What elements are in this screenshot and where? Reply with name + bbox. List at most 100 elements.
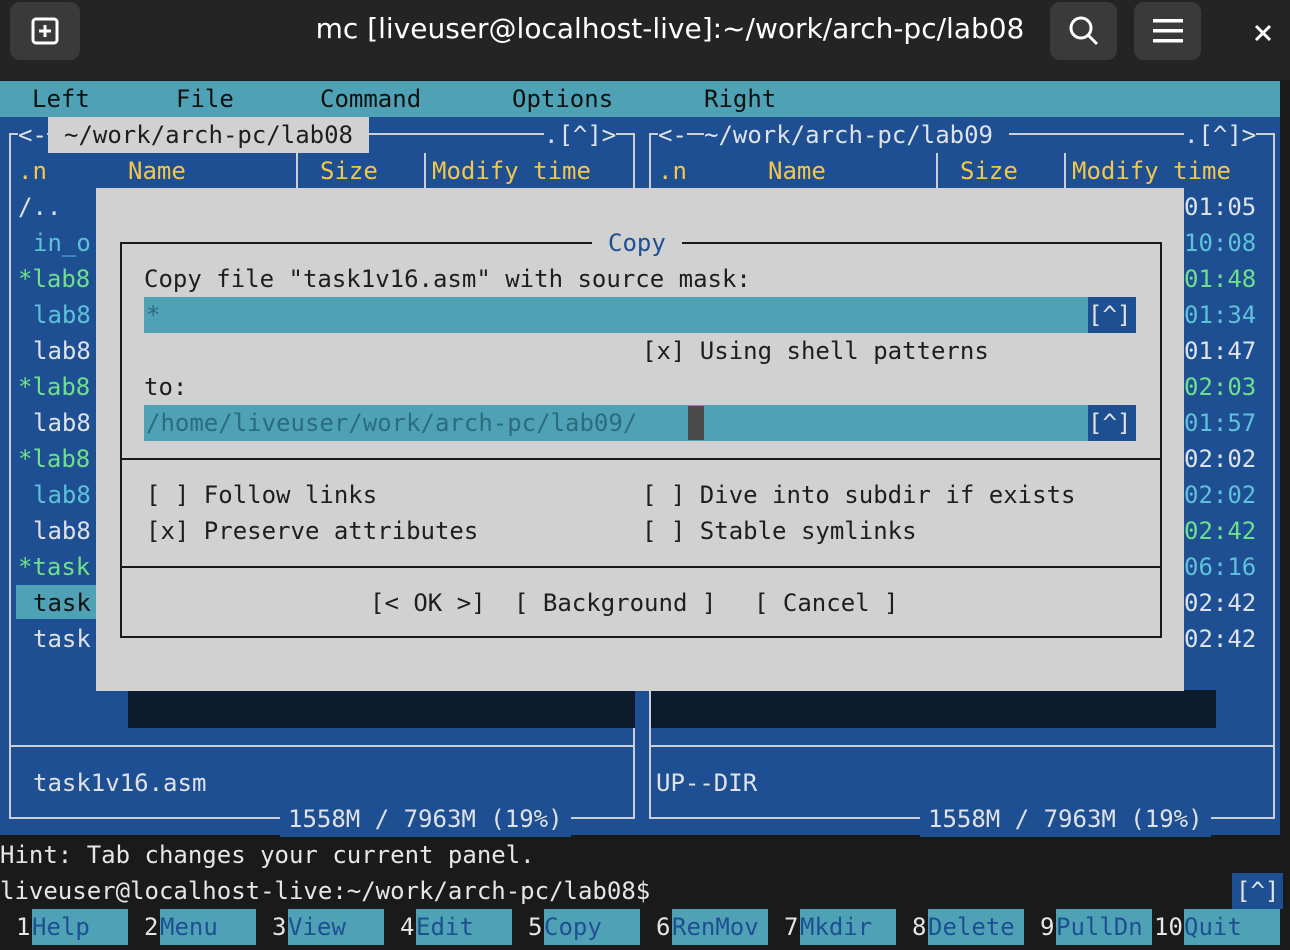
close-window-button[interactable] xyxy=(1240,10,1286,56)
left-panel-divider xyxy=(9,745,635,747)
dialog-prompt: Copy file "task1v16.asm" with source mas… xyxy=(144,265,751,293)
right-row-time: 01:48 xyxy=(1184,265,1257,293)
left-panel-status: task1v16.asm xyxy=(33,769,207,797)
destination-history-button[interactable]: [^] xyxy=(1088,405,1136,441)
fkey-3-number: 3 xyxy=(272,913,287,941)
search-icon xyxy=(1069,16,1098,46)
shell-patterns-checkbox[interactable]: [x] Using shell patterns xyxy=(642,333,989,369)
fkey-edit[interactable]: Edit xyxy=(416,909,474,945)
left-row[interactable]: in_o xyxy=(33,225,91,261)
left-panel-path[interactable]: ~/work/arch-pc/lab08 xyxy=(48,117,369,153)
right-col-size[interactable]: Size xyxy=(960,153,1018,189)
right-col-mtime[interactable]: Modify time xyxy=(1072,153,1231,189)
right-row-time: 02:42 xyxy=(1184,517,1257,545)
text-cursor xyxy=(688,406,704,440)
window-titlebar: mc [liveuser@localhost-live]:~/work/arch… xyxy=(0,0,1290,80)
fkey-renmov[interactable]: RenMov xyxy=(672,909,759,945)
left-row[interactable]: task xyxy=(33,621,91,657)
left-row[interactable]: *lab8 xyxy=(18,369,90,405)
left-panel-corner[interactable]: .[^]> xyxy=(544,117,617,153)
dialog-separator xyxy=(120,458,1162,460)
right-row-time: 01:05 xyxy=(1184,193,1257,221)
right-panel-corner[interactable]: .[^]> xyxy=(1184,117,1257,153)
right-panel-path[interactable]: ~/work/arch-pc/lab09 xyxy=(704,117,1009,153)
shell-prompt[interactable]: liveuser@localhost-live:~/work/arch-pc/l… xyxy=(0,873,650,909)
menu-left[interactable]: Left xyxy=(32,81,90,117)
fkey-mkdir[interactable]: Mkdir xyxy=(800,909,872,945)
right-row-time: 01:34 xyxy=(1184,301,1257,329)
fkey-10-number: 10 xyxy=(1154,913,1183,941)
right-row-time: 06:16 xyxy=(1184,553,1257,581)
left-row[interactable]: /.. xyxy=(18,189,61,225)
right-row-time: 02:02 xyxy=(1184,481,1257,509)
left-row-selected[interactable]: task xyxy=(33,585,91,621)
menu-options[interactable]: Options xyxy=(512,81,613,117)
fkey-menu[interactable]: Menu xyxy=(160,909,218,945)
new-tab-button[interactable] xyxy=(10,2,80,60)
source-mask-value[interactable]: * xyxy=(146,297,160,333)
fkey-5-number: 5 xyxy=(528,913,543,941)
left-row[interactable]: lab8 xyxy=(33,333,91,369)
fkey-9-number: 9 xyxy=(1040,913,1055,941)
left-row[interactable]: lab8 xyxy=(33,477,91,513)
right-panel-status: UP--DIR xyxy=(656,769,758,797)
fkey-pulldn[interactable]: PullDn xyxy=(1056,909,1143,945)
left-col-mtime[interactable]: Modify time xyxy=(432,153,591,189)
fkey-help[interactable]: Help xyxy=(32,909,90,945)
dive-into-subdir-checkbox[interactable]: [ ] Dive into subdir if exists xyxy=(642,477,1075,513)
fkey-quit[interactable]: Quit xyxy=(1184,909,1242,945)
hamburger-menu-button[interactable] xyxy=(1134,2,1201,60)
fkey-copy[interactable]: Copy xyxy=(544,909,602,945)
hamburger-icon xyxy=(1152,19,1183,43)
right-row-time: 01:57 xyxy=(1184,409,1257,437)
left-row[interactable]: *lab8 xyxy=(18,261,90,297)
ok-button[interactable]: [< OK >] xyxy=(370,585,486,621)
source-mask-input[interactable] xyxy=(144,297,1136,333)
fkey-view[interactable]: View xyxy=(288,909,346,945)
close-icon xyxy=(1254,24,1272,42)
dialog-separator xyxy=(120,566,1162,568)
left-row[interactable]: lab8 xyxy=(33,297,91,333)
menu-right[interactable]: Right xyxy=(704,81,776,117)
fkey-1-number: 1 xyxy=(16,913,31,941)
right-panel-divider xyxy=(649,745,1275,747)
left-row[interactable]: lab8 xyxy=(33,405,91,441)
right-panel-corner-left[interactable]: <- xyxy=(658,117,687,153)
to-label: to: xyxy=(144,373,188,401)
right-row-time: 02:03 xyxy=(1184,373,1257,401)
search-button[interactable] xyxy=(1050,2,1117,60)
prompt-history-button[interactable]: [^] xyxy=(1232,873,1284,909)
destination-value[interactable]: /home/liveuser/work/arch-pc/lab09/ xyxy=(146,405,637,441)
hint-line: Hint: Tab changes your current panel. xyxy=(0,841,535,869)
source-mask-history-button[interactable]: [^] xyxy=(1088,297,1136,333)
new-tab-icon xyxy=(31,17,59,45)
left-panel-empty-area xyxy=(128,690,635,728)
left-row[interactable]: lab8 xyxy=(33,513,91,549)
menu-command[interactable]: Command xyxy=(320,81,421,117)
right-panel-empty-area xyxy=(651,690,1216,728)
right-row-time: 02:02 xyxy=(1184,445,1257,473)
fkey-delete[interactable]: Delete xyxy=(928,909,1015,945)
menu-file[interactable]: File xyxy=(176,81,234,117)
fkey-6-number: 6 xyxy=(656,913,671,941)
right-row-time: 02:42 xyxy=(1184,589,1257,617)
left-col-sort[interactable]: .n xyxy=(18,153,47,189)
cancel-button[interactable]: [ Cancel ] xyxy=(754,585,899,621)
stable-symlinks-checkbox[interactable]: [ ] Stable symlinks xyxy=(642,513,917,549)
right-row-time: 10:08 xyxy=(1184,229,1257,257)
preserve-attributes-checkbox[interactable]: [x] Preserve attributes xyxy=(146,513,478,549)
right-panel-disk: 1558M / 7963M (19%) xyxy=(920,801,1211,837)
right-col-name[interactable]: Name xyxy=(768,153,826,189)
right-row-time: 01:47 xyxy=(1184,337,1257,365)
background-button[interactable]: [ Background ] xyxy=(514,585,716,621)
follow-links-checkbox[interactable]: [ ] Follow links xyxy=(146,477,377,513)
left-panel-corner-left[interactable]: <- xyxy=(18,117,47,153)
right-col-sort[interactable]: .n xyxy=(658,153,687,189)
left-row[interactable]: *task xyxy=(18,549,90,585)
fkey-8-number: 8 xyxy=(912,913,927,941)
left-row[interactable]: *lab8 xyxy=(18,441,90,477)
fkey-2-number: 2 xyxy=(144,913,159,941)
left-col-size[interactable]: Size xyxy=(320,153,378,189)
left-col-name[interactable]: Name xyxy=(128,153,186,189)
left-panel-disk: 1558M / 7963M (19%) xyxy=(280,801,571,837)
